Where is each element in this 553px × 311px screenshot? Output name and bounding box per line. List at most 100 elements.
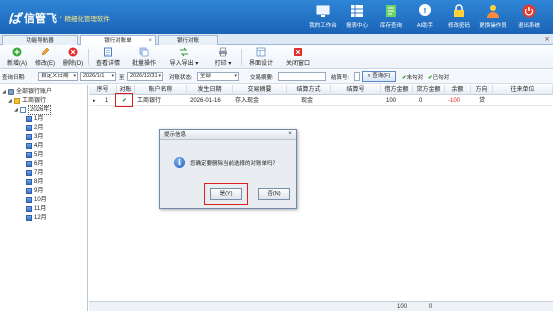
- ai-bubble-icon: !: [419, 4, 431, 16]
- add-icon: [12, 47, 22, 57]
- close-icon[interactable]: ×: [286, 131, 294, 138]
- column-header[interactable]: 贷方金额: [413, 85, 445, 95]
- column-header[interactable]: 交易摘要: [233, 85, 287, 95]
- calendar-icon: [26, 188, 32, 194]
- account-label: 结算号:: [331, 75, 350, 81]
- row-indicator-icon: ▸: [93, 98, 96, 104]
- printer-icon: [219, 47, 227, 57]
- filter-bar: 查询日期: 自定义日期 ▾ 2026/1/1 ▾ 至 2026/12/31 ▾ 对账状…: [0, 70, 553, 84]
- print-button[interactable]: 打印 ▾: [208, 47, 238, 68]
- checkbox-highlight: [115, 93, 133, 107]
- delete-button[interactable]: 删除(D): [60, 47, 86, 68]
- table-row[interactable]: ▸ 1 ✔ 工商银行 2026-01-16 存入现金 现金 100 0 -100…: [89, 96, 553, 106]
- ai-assistant-button[interactable]: ! AI助手: [408, 3, 442, 33]
- edit-button[interactable]: 修改(E): [32, 47, 58, 68]
- tree-node-month[interactable]: 4月: [26, 142, 43, 150]
- change-password-button[interactable]: 修改密码: [442, 3, 476, 33]
- summary-label: 交易摘要:: [250, 75, 274, 81]
- import-export-button[interactable]: 导入导出 ▾: [164, 47, 204, 68]
- svg-text:!: !: [423, 7, 426, 15]
- tree-node-month[interactable]: 8月: [26, 178, 43, 186]
- app-slogan: 精细化管理软件: [64, 15, 111, 23]
- lock-icon: [454, 4, 464, 17]
- tree-node-month[interactable]: 12月: [26, 214, 47, 222]
- query-button[interactable]: ⌕ 查询(F): [362, 71, 396, 82]
- column-header[interactable]: 借方金额: [381, 85, 413, 95]
- summary-input[interactable]: [278, 72, 326, 81]
- close-all-tabs-icon[interactable]: ×: [544, 34, 550, 45]
- stock-query-button[interactable]: 库存查询: [374, 3, 408, 33]
- tab-bar: 功能导航器 银行对账单 × 银行对账 ×: [0, 34, 553, 45]
- tree-node-year[interactable]: ◢ 2026年: [14, 105, 52, 115]
- tree-node-month[interactable]: 10月: [26, 196, 47, 204]
- document-icon: [386, 5, 396, 17]
- power-icon: [522, 4, 536, 18]
- batch-operation-button[interactable]: 批量操作: [128, 47, 160, 68]
- status-label: 对账状态:: [169, 75, 193, 81]
- exit-system-button[interactable]: 退出系统: [512, 3, 546, 33]
- chevron-down-icon: ▾: [73, 73, 76, 79]
- tree-node-month[interactable]: 9月: [26, 187, 43, 195]
- accounts-icon: [8, 89, 14, 95]
- calendar-icon: [26, 197, 32, 203]
- close-window-icon: [294, 48, 302, 56]
- calendar-icon: [26, 170, 32, 176]
- calendar-icon: [20, 107, 26, 113]
- details-icon: [104, 47, 112, 57]
- calendar-icon: [26, 161, 32, 167]
- new-button[interactable]: 新增(A): [4, 47, 30, 68]
- tree-node-month[interactable]: 1月: [26, 115, 43, 123]
- column-header[interactable]: 序号: [89, 85, 117, 95]
- calendar-icon: [26, 125, 32, 131]
- calendar-icon: [26, 179, 32, 185]
- layout-design-button[interactable]: 界面设计: [245, 47, 277, 68]
- batch-icon: [139, 47, 149, 57]
- account-input[interactable]: [354, 72, 360, 81]
- date-range-select[interactable]: 自定义日期 ▾: [38, 72, 78, 81]
- tree-node-all-accounts[interactable]: ◢ 全部银行账户: [2, 88, 52, 96]
- calendar-icon: [26, 116, 32, 122]
- calendar-icon: [26, 215, 32, 221]
- tree-node-month[interactable]: 6月: [26, 160, 43, 168]
- column-header[interactable]: 结算方式: [287, 85, 331, 95]
- no-button[interactable]: 否(N): [258, 188, 290, 200]
- date-from-input[interactable]: 2026/1/1 ▾: [80, 72, 116, 81]
- view-details-button[interactable]: 查看详情: [92, 47, 124, 68]
- tree-node-bank[interactable]: ◢ 工商银行: [8, 97, 46, 105]
- folder-icon: [14, 98, 20, 104]
- column-header[interactable]: 账户名称: [135, 85, 187, 95]
- switch-operator-button[interactable]: 更换操作员: [476, 3, 510, 33]
- column-header[interactable]: 发生日期: [187, 85, 233, 95]
- close-window-button[interactable]: 关闭窗口: [282, 47, 314, 68]
- edit-pencil-icon: [41, 47, 50, 56]
- unchecked-filter[interactable]: ✔未勾对: [402, 73, 423, 81]
- column-header[interactable]: 往来单位: [493, 85, 553, 95]
- user-icon: [487, 5, 499, 18]
- column-header[interactable]: 余额: [445, 85, 471, 95]
- tab-function-navigator[interactable]: 功能导航器: [2, 35, 78, 45]
- tree-node-month[interactable]: 3月: [26, 133, 43, 141]
- my-workbench-button[interactable]: 我的工作台: [306, 3, 340, 33]
- tree-node-month[interactable]: 5月: [26, 151, 43, 159]
- grid-footer-totals: 100 0: [89, 301, 553, 311]
- toolbar: 新增(A) 修改(E) 删除(D) 查看详情 批量操作 导入导出 ▾ 打印 ▾ …: [0, 45, 553, 69]
- calendar-icon: [26, 206, 32, 212]
- tree-node-month[interactable]: 11月: [26, 205, 46, 213]
- delete-icon: [68, 47, 78, 57]
- date-to-input[interactable]: 2026/12/31 ▾: [127, 72, 163, 81]
- chevron-down-icon: ▾: [228, 61, 232, 67]
- tab-bank-statement[interactable]: 银行对账单 ×: [80, 35, 156, 45]
- report-center-button[interactable]: 报表中心: [340, 3, 374, 33]
- tree-node-month[interactable]: 7月: [26, 169, 43, 177]
- tree-node-month[interactable]: 2月: [26, 124, 43, 132]
- checked-filter[interactable]: ✔已勾对: [428, 73, 449, 81]
- column-header[interactable]: 方向: [471, 85, 493, 95]
- tab-bank-reconciliation[interactable]: 银行对账: [158, 35, 218, 45]
- calendar-icon: [26, 152, 32, 158]
- app-logo: ば 信管飞 · 精细化管理软件: [8, 8, 110, 27]
- column-header[interactable]: 结算号: [331, 85, 381, 95]
- calendar-icon: [26, 143, 32, 149]
- import-export-icon: [180, 47, 188, 57]
- status-select[interactable]: 全部 ▾: [197, 72, 239, 81]
- grid-header: 序号 对账 账户名称 发生日期 交易摘要 结算方式 结算号 借方金额 贷方金额 …: [89, 85, 553, 95]
